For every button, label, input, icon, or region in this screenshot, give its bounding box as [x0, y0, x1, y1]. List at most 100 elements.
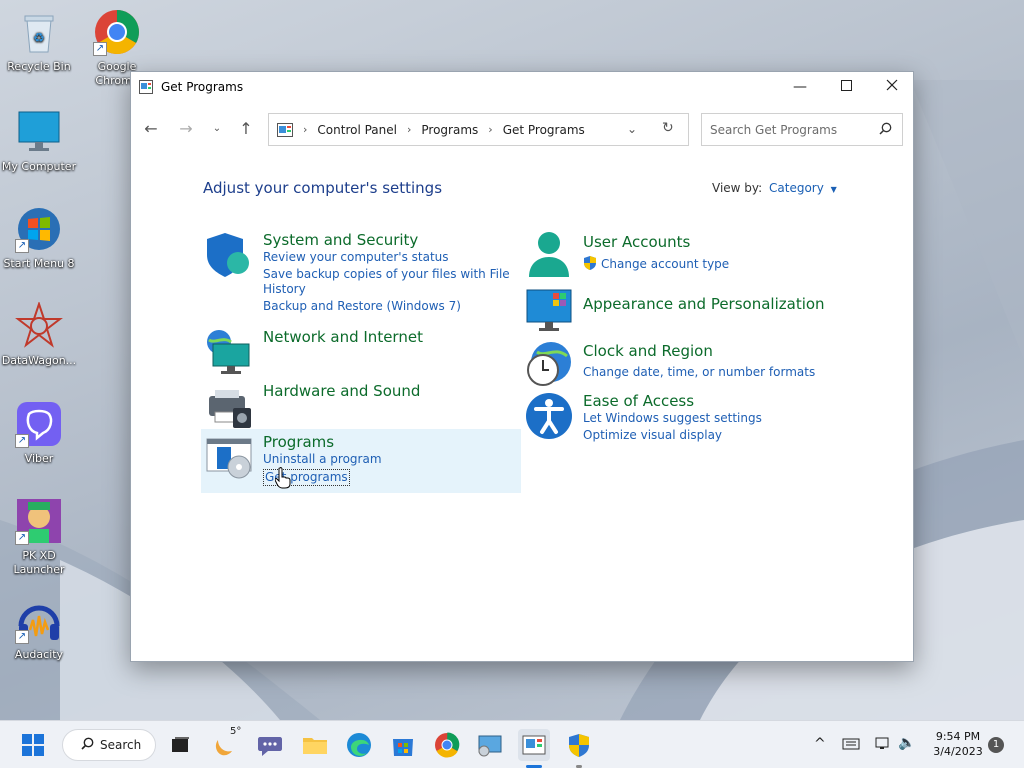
desktop-icon-recycle-bin[interactable]: ♻ Recycle Bin [0, 8, 78, 74]
address-dropdown-icon[interactable]: ⌄ [627, 122, 637, 136]
notification-badge[interactable]: 1 [988, 737, 1004, 753]
category-appearance: Appearance and Personalization [525, 288, 845, 334]
back-button[interactable]: ← [139, 118, 163, 140]
minimize-icon: — [793, 79, 807, 95]
recent-locations-button[interactable]: ⌄ [205, 118, 229, 140]
task-view-button[interactable] [164, 729, 196, 761]
taskbar: Search 5° ^ 🔈 9:54 PM 3/4/2023 1 [0, 720, 1024, 768]
teams-chat-button[interactable] [254, 729, 286, 761]
category-title[interactable]: User Accounts [583, 233, 690, 251]
shortcut-arrow-icon: ↗ [15, 239, 29, 253]
folder-icon [299, 738, 331, 764]
breadcrumb-programs[interactable]: Programs [421, 123, 478, 137]
accessibility-icon [525, 392, 573, 440]
desktop-icon-pk-xd-launcher[interactable]: ↗ PK XD Launcher [0, 497, 78, 577]
store-bag-icon [387, 739, 419, 764]
shortcut-arrow-icon: ↗ [15, 531, 29, 545]
chat-icon [254, 737, 286, 764]
category-title[interactable]: System and Security [263, 231, 418, 249]
arrow-left-icon: ← [144, 119, 158, 138]
category-ease-of-access: Ease of Access Let Windows suggest setti… [525, 392, 845, 444]
link-change-account-type[interactable]: Change account type [601, 257, 729, 272]
link-uninstall-program[interactable]: Uninstall a program [263, 452, 382, 467]
link-windows-suggest-settings[interactable]: Let Windows suggest settings [583, 411, 762, 426]
chrome-icon [431, 732, 463, 764]
refresh-icon[interactable]: ↻ [662, 120, 674, 136]
category-hardware: Hardware and Sound [205, 382, 505, 430]
desktop-icon-label: PK XD Launcher [13, 549, 65, 576]
chrome-taskbar-button[interactable] [431, 729, 463, 761]
show-hidden-icons-chevron-icon[interactable]: ^ [814, 736, 826, 752]
uac-shield-icon [583, 256, 597, 270]
desktop-icon-viber[interactable]: ↗ Viber [0, 400, 78, 466]
chevron-down-icon: ⌄ [212, 123, 222, 134]
desktop-icon-label: Viber [24, 452, 54, 465]
close-button[interactable] [869, 72, 915, 102]
clock-globe-icon [525, 340, 573, 388]
category-title[interactable]: Ease of Access [583, 392, 694, 410]
clock[interactable]: 9:54 PM 3/4/2023 [925, 729, 991, 759]
view-by-value: Category [769, 181, 824, 195]
hand-cursor-icon [274, 467, 291, 489]
uac-shield-icon [563, 734, 595, 764]
edge-icon [343, 733, 375, 764]
title-bar[interactable]: Get Programs — [131, 72, 913, 102]
breadcrumb-control-panel[interactable]: Control Panel [317, 123, 397, 137]
keyboard-icon[interactable] [842, 737, 860, 754]
category-title[interactable]: Network and Internet [263, 328, 423, 346]
monitor-disc-icon [474, 735, 506, 764]
display-personalization-icon [525, 288, 573, 336]
link-review-status[interactable]: Review your computer's status [263, 250, 449, 265]
view-by-dropdown[interactable]: Category ▼ [769, 181, 837, 195]
desktop-icon-my-computer[interactable]: My Computer [0, 108, 78, 174]
volume-icon[interactable]: 🔈 [898, 735, 915, 751]
category-title[interactable]: Appearance and Personalization [583, 295, 825, 313]
task-view-icon [164, 737, 196, 764]
category-title[interactable]: Clock and Region [583, 342, 713, 360]
minimize-button[interactable]: — [777, 72, 823, 102]
link-optimize-visual-display[interactable]: Optimize visual display [583, 428, 722, 443]
weather-moon-icon [210, 740, 242, 764]
category-title[interactable]: Programs [263, 433, 334, 451]
microsoft-store-button[interactable] [387, 729, 419, 761]
address-bar[interactable]: › Control Panel › Programs › Get Program… [268, 113, 689, 146]
network-icon[interactable] [873, 736, 891, 755]
maximize-button[interactable] [823, 72, 869, 102]
shield-icon [205, 231, 253, 279]
security-shield-button[interactable] [563, 729, 595, 768]
control-panel-taskbar-button[interactable] [518, 729, 550, 768]
search-icon[interactable] [879, 122, 892, 138]
desktop-icon-label: Start Menu 8 [3, 257, 75, 270]
search-box[interactable]: Search Get Programs [701, 113, 903, 146]
link-change-date-time[interactable]: Change date, time, or number formats [583, 365, 815, 380]
viber-icon: ↗ [15, 400, 63, 448]
edge-button[interactable] [343, 729, 375, 761]
desktop-icon-start-menu-8[interactable]: ↗ Start Menu 8 [0, 205, 78, 271]
desktop-icon-label: DataWagon... [1, 354, 77, 367]
file-explorer-button[interactable] [299, 729, 331, 761]
link-save-backup[interactable]: Save backup copies of your files with Fi… [263, 267, 510, 282]
breadcrumb-separator-icon: › [303, 123, 308, 136]
remote-desktop-button[interactable] [474, 729, 506, 761]
search-input[interactable]: Search Get Programs [710, 123, 837, 137]
desktop-icon-label: Audacity [14, 648, 64, 661]
desktop-icon-audacity[interactable]: ↗ Audacity [0, 596, 78, 662]
arrow-right-icon: → [179, 119, 193, 138]
up-button[interactable]: ↑ [234, 118, 258, 140]
weather-widget[interactable]: 5° [210, 726, 242, 764]
navigation-bar: ← → ⌄ ↑ › Control Panel › Programs › Get… [131, 112, 913, 146]
link-save-backup-history[interactable]: History [263, 282, 306, 297]
pk-xd-icon: ↗ [15, 497, 63, 545]
control-panel-window: Get Programs — ← → ⌄ ↑ › Control Panel ›… [130, 71, 914, 662]
forward-button[interactable]: → [174, 118, 198, 140]
category-title[interactable]: Hardware and Sound [263, 382, 420, 400]
desktop-icon-datawagon[interactable]: DataWagon... [0, 300, 78, 368]
start-button[interactable] [17, 729, 49, 761]
chrome-icon: ↗ [93, 8, 141, 56]
link-backup-restore[interactable]: Backup and Restore (Windows 7) [263, 299, 461, 314]
close-icon [886, 79, 898, 95]
desktop-icon-label: My Computer [1, 160, 77, 173]
taskbar-search-button[interactable]: Search [62, 729, 156, 761]
search-icon [81, 737, 94, 753]
breadcrumb-get-programs[interactable]: Get Programs [503, 123, 585, 137]
